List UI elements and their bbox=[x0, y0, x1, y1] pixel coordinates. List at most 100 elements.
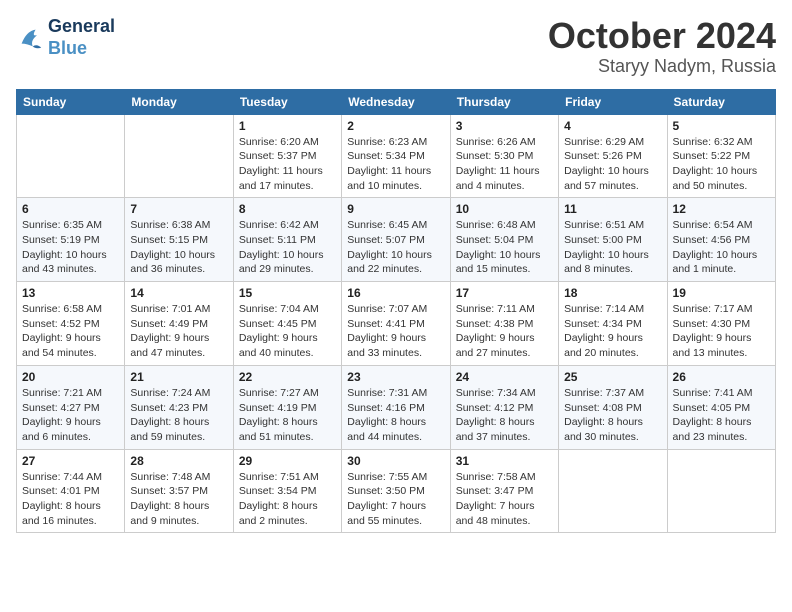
day-number: 19 bbox=[673, 286, 770, 300]
day-number: 30 bbox=[347, 454, 444, 468]
calendar-week-row: 27 Sunrise: 7:44 AM Sunset: 4:01 PM Dayli… bbox=[17, 449, 776, 533]
calendar-cell: 19 Sunrise: 7:17 AM Sunset: 4:30 PM Dayli… bbox=[667, 282, 775, 366]
day-info: Sunrise: 6:32 AM Sunset: 5:22 PM Dayligh… bbox=[673, 135, 770, 194]
day-number: 21 bbox=[130, 370, 227, 384]
calendar-cell bbox=[559, 449, 667, 533]
day-info: Sunrise: 6:29 AM Sunset: 5:26 PM Dayligh… bbox=[564, 135, 661, 194]
calendar-cell: 22 Sunrise: 7:27 AM Sunset: 4:19 PM Dayli… bbox=[233, 365, 341, 449]
day-number: 14 bbox=[130, 286, 227, 300]
day-number: 11 bbox=[564, 202, 661, 216]
weekday-header: Thursday bbox=[450, 89, 558, 114]
day-number: 31 bbox=[456, 454, 553, 468]
calendar-cell: 18 Sunrise: 7:14 AM Sunset: 4:34 PM Dayli… bbox=[559, 282, 667, 366]
location-title: Staryy Nadym, Russia bbox=[548, 56, 776, 77]
day-number: 20 bbox=[22, 370, 119, 384]
day-info: Sunrise: 7:14 AM Sunset: 4:34 PM Dayligh… bbox=[564, 302, 661, 361]
calendar-cell: 13 Sunrise: 6:58 AM Sunset: 4:52 PM Dayli… bbox=[17, 282, 125, 366]
day-info: Sunrise: 6:35 AM Sunset: 5:19 PM Dayligh… bbox=[22, 218, 119, 277]
month-title: October 2024 bbox=[548, 16, 776, 56]
day-info: Sunrise: 6:58 AM Sunset: 4:52 PM Dayligh… bbox=[22, 302, 119, 361]
day-number: 29 bbox=[239, 454, 336, 468]
day-info: Sunrise: 6:45 AM Sunset: 5:07 PM Dayligh… bbox=[347, 218, 444, 277]
day-number: 10 bbox=[456, 202, 553, 216]
day-info: Sunrise: 6:42 AM Sunset: 5:11 PM Dayligh… bbox=[239, 218, 336, 277]
calendar-cell: 7 Sunrise: 6:38 AM Sunset: 5:15 PM Daylig… bbox=[125, 198, 233, 282]
calendar-cell: 1Sunrise: 6:20 AM Sunset: 5:37 PM Daylig… bbox=[233, 114, 341, 198]
calendar-cell: 31 Sunrise: 7:58 AM Sunset: 3:47 PM Dayli… bbox=[450, 449, 558, 533]
day-number: 15 bbox=[239, 286, 336, 300]
calendar-cell: 20 Sunrise: 7:21 AM Sunset: 4:27 PM Dayli… bbox=[17, 365, 125, 449]
calendar-cell: 23 Sunrise: 7:31 AM Sunset: 4:16 PM Dayli… bbox=[342, 365, 450, 449]
calendar-cell: 26 Sunrise: 7:41 AM Sunset: 4:05 PM Dayli… bbox=[667, 365, 775, 449]
day-number: 8 bbox=[239, 202, 336, 216]
day-info: Sunrise: 7:34 AM Sunset: 4:12 PM Dayligh… bbox=[456, 386, 553, 445]
day-number: 2 bbox=[347, 119, 444, 133]
day-info: Sunrise: 7:37 AM Sunset: 4:08 PM Dayligh… bbox=[564, 386, 661, 445]
day-number: 23 bbox=[347, 370, 444, 384]
weekday-header: Sunday bbox=[17, 89, 125, 114]
day-number: 1 bbox=[239, 119, 336, 133]
weekday-header: Saturday bbox=[667, 89, 775, 114]
day-info: Sunrise: 6:51 AM Sunset: 5:00 PM Dayligh… bbox=[564, 218, 661, 277]
day-number: 6 bbox=[22, 202, 119, 216]
day-info: Sunrise: 7:55 AM Sunset: 3:50 PM Dayligh… bbox=[347, 470, 444, 529]
calendar-cell: 21Sunrise: 7:24 AM Sunset: 4:23 PM Dayli… bbox=[125, 365, 233, 449]
calendar-week-row: 6 Sunrise: 6:35 AM Sunset: 5:19 PM Daylig… bbox=[17, 198, 776, 282]
day-number: 7 bbox=[130, 202, 227, 216]
weekday-header: Monday bbox=[125, 89, 233, 114]
calendar-cell: 5 Sunrise: 6:32 AM Sunset: 5:22 PM Daylig… bbox=[667, 114, 775, 198]
title-block: October 2024 Staryy Nadym, Russia bbox=[548, 16, 776, 77]
weekday-header: Friday bbox=[559, 89, 667, 114]
calendar-header-row: SundayMondayTuesdayWednesdayThursdayFrid… bbox=[17, 89, 776, 114]
calendar-cell: 25 Sunrise: 7:37 AM Sunset: 4:08 PM Dayli… bbox=[559, 365, 667, 449]
day-number: 27 bbox=[22, 454, 119, 468]
day-number: 4 bbox=[564, 119, 661, 133]
day-number: 9 bbox=[347, 202, 444, 216]
calendar-cell: 28 Sunrise: 7:48 AM Sunset: 3:57 PM Dayli… bbox=[125, 449, 233, 533]
day-number: 25 bbox=[564, 370, 661, 384]
day-number: 18 bbox=[564, 286, 661, 300]
calendar-cell: 16Sunrise: 7:07 AM Sunset: 4:41 PM Dayli… bbox=[342, 282, 450, 366]
calendar-cell: 2 Sunrise: 6:23 AM Sunset: 5:34 PM Daylig… bbox=[342, 114, 450, 198]
calendar-cell: 4 Sunrise: 6:29 AM Sunset: 5:26 PM Daylig… bbox=[559, 114, 667, 198]
day-info: Sunrise: 7:51 AM Sunset: 3:54 PM Dayligh… bbox=[239, 470, 336, 529]
day-info: Sunrise: 7:17 AM Sunset: 4:30 PM Dayligh… bbox=[673, 302, 770, 361]
day-number: 28 bbox=[130, 454, 227, 468]
calendar-cell: 11 Sunrise: 6:51 AM Sunset: 5:00 PM Dayli… bbox=[559, 198, 667, 282]
calendar-cell: 27 Sunrise: 7:44 AM Sunset: 4:01 PM Dayli… bbox=[17, 449, 125, 533]
calendar-cell: 3 Sunrise: 6:26 AM Sunset: 5:30 PM Daylig… bbox=[450, 114, 558, 198]
weekday-header: Tuesday bbox=[233, 89, 341, 114]
day-number: 17 bbox=[456, 286, 553, 300]
day-info: Sunrise: 6:23 AM Sunset: 5:34 PM Dayligh… bbox=[347, 135, 444, 194]
logo: General Blue bbox=[16, 16, 115, 59]
calendar-cell bbox=[125, 114, 233, 198]
day-info: Sunrise: 6:48 AM Sunset: 5:04 PM Dayligh… bbox=[456, 218, 553, 277]
day-number: 22 bbox=[239, 370, 336, 384]
calendar-cell: 8 Sunrise: 6:42 AM Sunset: 5:11 PM Daylig… bbox=[233, 198, 341, 282]
calendar-cell: 10 Sunrise: 6:48 AM Sunset: 5:04 PM Dayli… bbox=[450, 198, 558, 282]
day-number: 16 bbox=[347, 286, 444, 300]
calendar-cell: 30 Sunrise: 7:55 AM Sunset: 3:50 PM Dayli… bbox=[342, 449, 450, 533]
day-number: 26 bbox=[673, 370, 770, 384]
day-info: Sunrise: 7:27 AM Sunset: 4:19 PM Dayligh… bbox=[239, 386, 336, 445]
logo-text: General Blue bbox=[48, 16, 115, 59]
day-info: Sunrise: 7:41 AM Sunset: 4:05 PM Dayligh… bbox=[673, 386, 770, 445]
day-info: Sunrise: 6:38 AM Sunset: 5:15 PM Dayligh… bbox=[130, 218, 227, 277]
day-number: 3 bbox=[456, 119, 553, 133]
day-info: Sunrise: 7:44 AM Sunset: 4:01 PM Dayligh… bbox=[22, 470, 119, 529]
day-info: Sunrise: 6:26 AM Sunset: 5:30 PM Dayligh… bbox=[456, 135, 553, 194]
day-number: 13 bbox=[22, 286, 119, 300]
day-info: Sunrise: 6:54 AM Sunset: 4:56 PM Dayligh… bbox=[673, 218, 770, 277]
day-info: Sunrise: 7:31 AM Sunset: 4:16 PM Dayligh… bbox=[347, 386, 444, 445]
day-info: Sunrise: 7:21 AM Sunset: 4:27 PM Dayligh… bbox=[22, 386, 119, 445]
day-number: 24 bbox=[456, 370, 553, 384]
weekday-header: Wednesday bbox=[342, 89, 450, 114]
day-info: Sunrise: 7:11 AM Sunset: 4:38 PM Dayligh… bbox=[456, 302, 553, 361]
calendar-cell: 9 Sunrise: 6:45 AM Sunset: 5:07 PM Daylig… bbox=[342, 198, 450, 282]
day-info: Sunrise: 7:58 AM Sunset: 3:47 PM Dayligh… bbox=[456, 470, 553, 529]
calendar-cell bbox=[17, 114, 125, 198]
calendar-week-row: 13 Sunrise: 6:58 AM Sunset: 4:52 PM Dayli… bbox=[17, 282, 776, 366]
day-info: Sunrise: 7:48 AM Sunset: 3:57 PM Dayligh… bbox=[130, 470, 227, 529]
day-number: 5 bbox=[673, 119, 770, 133]
day-info: Sunrise: 7:01 AM Sunset: 4:49 PM Dayligh… bbox=[130, 302, 227, 361]
